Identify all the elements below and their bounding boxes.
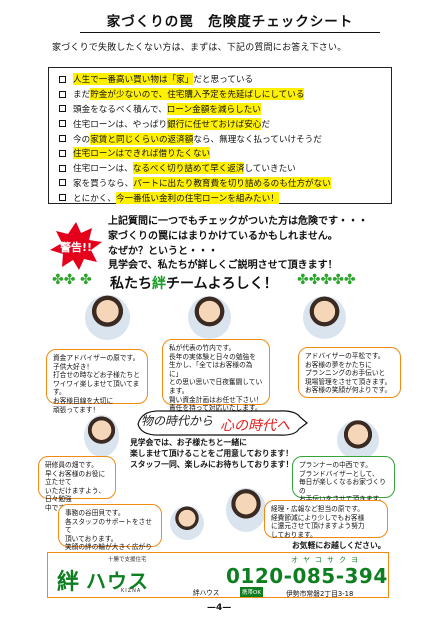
staff-photo xyxy=(84,415,119,457)
page-title: 家づくりの罠 危険度チェックシート xyxy=(80,10,380,33)
team-title: 私たち絆チームよろしく！ xyxy=(110,276,278,292)
checkbox-icon[interactable] xyxy=(59,149,66,157)
center-note: 見学会では、お子様たちと一緒に 楽しませて頂けることをご用意しております！ スタ… xyxy=(130,438,294,469)
checkbox-icon[interactable] xyxy=(59,120,66,128)
staff-photo xyxy=(303,296,346,339)
phone-number: 0120-085-394 xyxy=(226,564,388,588)
team-heading: ✤✤ ✤ 私たち絆チームよろしく！ ✤✤✤✤✤ xyxy=(52,270,440,294)
clover-icon: ✤✤ xyxy=(52,272,76,288)
advisor-left-bubble: 資金アドバイザーの原です。 子供大好き！ 打合せの時などお子様たちと ワイワイ楽… xyxy=(46,349,148,414)
checkbox-icon[interactable] xyxy=(59,75,66,83)
member-left-bubble: 研修員の畑です。 早くお客様のお役に立たせて いただけますよう、日々勉強 中です… xyxy=(38,456,116,512)
page-number: —4— xyxy=(207,603,232,613)
intro-text: 家づくりで失敗したくない方は、まずは、下記の質問にお答え下さい。 xyxy=(52,43,347,53)
warning-star-icon: 警告!! xyxy=(50,222,102,270)
sheet-page: 家づくりの罠 危険度チェックシート 家づくりで失敗したくない方は、まずは、下記の… xyxy=(0,0,440,622)
accounting-bubble: 経理・広報など担当の原です。 経費節減により少しでもお客様 に還元させて頂けます… xyxy=(264,500,388,539)
check-item[interactable]: 家を買うなら、 パートに出たり教育費を切り詰めるのも仕方がない xyxy=(59,176,389,191)
check-item[interactable]: とにかく、 今一番低い金利の住宅ローンを組みたい！ xyxy=(59,190,389,205)
clover-icon: ✤ xyxy=(80,272,92,288)
check-item[interactable]: 頭金をなるべく積んで、 ローン金額を減らしたい xyxy=(59,102,389,117)
logo-roman: KIZNA xyxy=(121,588,142,594)
ceo-bubble: 私が代表の竹内です。 長年の実体験と日々の勉強を 生かし、「全てはお客様の為に」… xyxy=(162,339,270,412)
sign-off: お気軽にお越しください。 xyxy=(292,541,386,550)
brand-small: 絆ハウス xyxy=(193,589,220,597)
checklist-box: 人生で一番高い買い物は「家」 だと思っている まだ 貯金が少ないので、住宅購入予定を… xyxy=(48,67,392,204)
check-item[interactable]: 今の 家賃と同じくらいの返済額 なら、無理なく払っていけそうだ xyxy=(59,131,389,146)
warning-badge-text: 警告!! xyxy=(59,240,92,254)
checkbox-icon[interactable] xyxy=(59,164,66,172)
staff-photo xyxy=(170,506,204,540)
checkbox-icon[interactable] xyxy=(59,105,66,113)
checkbox-icon[interactable] xyxy=(59,135,66,143)
staff-photo xyxy=(85,295,130,340)
staff-photo xyxy=(188,296,231,339)
logo-kanji: 絆 xyxy=(57,570,80,595)
era-left-text: 物の時代から xyxy=(141,414,214,428)
warning-text: 上記質問に一つでもチェックがついた方は危険です・・・ 家づくりの罠にはまりかけて… xyxy=(108,216,368,272)
checkbox-icon[interactable] xyxy=(59,90,66,98)
check-item[interactable]: 住宅ローンは、 なるべく切り詰めて早く返済 していきたい xyxy=(59,161,389,176)
checklist: 人生で一番高い買い物は「家」 だと思っている まだ 貯金が少ないので、住宅購入予定を… xyxy=(59,72,389,205)
clover-icon: ✤✤✤✤✤ xyxy=(297,272,356,288)
check-item[interactable]: まだ 貯金が少ないので、住宅購入予定を先延ばしにしている xyxy=(59,87,389,102)
address: 伊勢市常磐2丁目3-18 xyxy=(286,590,354,598)
office-bubble: 事務の谷田貝です。 各スタッフのサポートをさせて 頂いております。 笑顔の絆の輪… xyxy=(58,504,162,560)
check-item[interactable]: 人生で一番高い買い物は「家」 だと思っている xyxy=(59,72,389,87)
checkbox-icon[interactable] xyxy=(59,194,66,202)
advisor-right-bubble: アドバイザーの平松です。 お客様の夢をかたちに プランニングのお手伝いと 現場管… xyxy=(298,347,401,398)
footer-contact: 十勝で支援住宅 絆 ハウス KIZNA オヤコサクヨ 0120-085-394 … xyxy=(47,552,389,598)
check-item[interactable]: 住宅ローンは、やっぱり 銀行に任せておけば安心だ xyxy=(59,116,389,131)
era-right-text: 心の時代へ xyxy=(220,418,290,434)
phone-badge: 携帯OK xyxy=(240,587,263,597)
checkbox-icon[interactable] xyxy=(59,179,66,187)
staff-photo xyxy=(226,488,266,532)
staff-photo xyxy=(337,420,379,460)
check-item[interactable]: 住宅ローンはできれば借りたくない xyxy=(59,146,389,161)
logo-tagline: 十勝で支援住宅 xyxy=(108,557,147,563)
